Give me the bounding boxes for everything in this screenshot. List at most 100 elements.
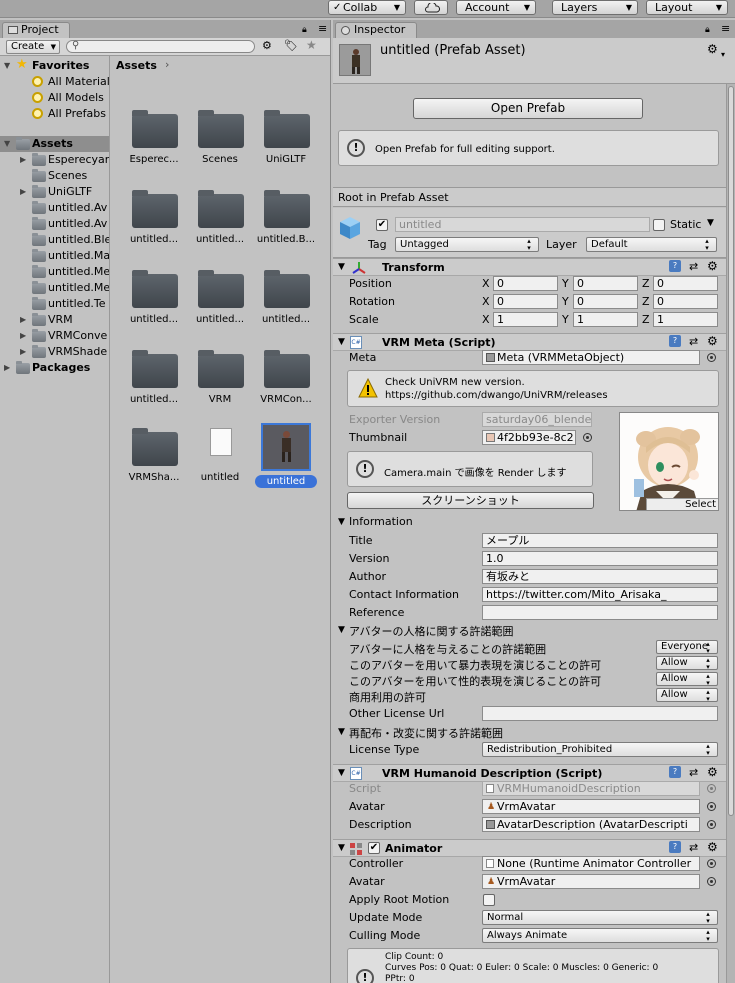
- update-mode-dropdown[interactable]: Normal: [482, 910, 718, 925]
- asset-item[interactable]: Scenes: [189, 108, 251, 183]
- expand-right-icon[interactable]: ▶: [20, 328, 26, 344]
- asset-item[interactable]: untitled.B...: [255, 188, 317, 263]
- filter-type-icon[interactable]: ⚙: [262, 39, 272, 52]
- expand-right-icon[interactable]: ▶: [20, 312, 26, 328]
- gear-icon[interactable]: ⚙: [707, 42, 718, 56]
- license-type-dropdown[interactable]: Redistribution_Prohibited: [482, 742, 718, 757]
- permission-dropdown[interactable]: Allow: [656, 672, 718, 686]
- axis-label-z[interactable]: Z: [642, 295, 650, 308]
- object-picker-icon[interactable]: [707, 353, 716, 362]
- foldout-arrow-icon[interactable]: ▼: [338, 337, 345, 347]
- foldout-arrow-icon[interactable]: ▼: [338, 625, 345, 635]
- expand-down-icon[interactable]: ▼: [4, 58, 10, 74]
- tree-item[interactable]: All Models: [0, 90, 109, 106]
- tree-item[interactable]: ▼ Assets: [0, 136, 109, 152]
- transform-x-field[interactable]: 0: [493, 276, 558, 291]
- root-motion-checkbox[interactable]: [483, 894, 495, 906]
- gear-icon[interactable]: ⚙: [707, 765, 718, 779]
- tree-item[interactable]: untitled.Av: [0, 216, 109, 232]
- other-license-field[interactable]: [482, 706, 718, 721]
- static-checkbox[interactable]: [653, 219, 665, 231]
- tree-item[interactable]: ▶ VRMConve: [0, 328, 109, 344]
- transform-y-field[interactable]: 1: [573, 312, 638, 327]
- help-book-icon[interactable]: ?: [669, 841, 681, 853]
- tree-item[interactable]: untitled.Te: [0, 296, 109, 312]
- transform-y-field[interactable]: 0: [573, 294, 638, 309]
- tree-item[interactable]: untitled.Ma: [0, 248, 109, 264]
- axis-label-z[interactable]: Z: [642, 277, 650, 290]
- tree-item[interactable]: ▶ Packages: [0, 360, 109, 376]
- label-tag-icon[interactable]: 🏷︎: [284, 39, 298, 52]
- expand-down-icon[interactable]: ▼: [4, 136, 10, 152]
- tree-item[interactable]: Scenes: [0, 168, 109, 184]
- asset-item[interactable]: VRM: [189, 348, 251, 423]
- gear-icon[interactable]: ⚙: [707, 334, 718, 348]
- help-book-icon[interactable]: ?: [669, 766, 681, 778]
- asset-item[interactable]: untitled...: [189, 268, 251, 343]
- foldout-arrow-icon[interactable]: ▼: [338, 262, 345, 272]
- expand-right-icon[interactable]: ▶: [4, 360, 10, 376]
- info-row-field[interactable]: 有坂みと: [482, 569, 718, 584]
- asset-item[interactable]: VRMCon...: [255, 348, 317, 423]
- culling-mode-dropdown[interactable]: Always Animate: [482, 928, 718, 943]
- asset-item[interactable]: untitled: [255, 423, 317, 501]
- tree-item[interactable]: untitled.Ble: [0, 232, 109, 248]
- star-filter-icon[interactable]: ★: [306, 38, 317, 52]
- redistribution-header[interactable]: 再配布・改変に関する許諾範囲: [349, 725, 503, 741]
- permission-dropdown[interactable]: Allow: [656, 688, 718, 702]
- asset-item[interactable]: untitled...: [123, 348, 185, 423]
- layout-button[interactable]: Layout ▼: [646, 0, 728, 15]
- transform-y-field[interactable]: 0: [573, 276, 638, 291]
- thumbnail-field[interactable]: 4f2bb93e-8c2: [482, 430, 576, 445]
- active-checkbox[interactable]: ✔: [376, 219, 388, 231]
- transform-z-field[interactable]: 0: [653, 294, 718, 309]
- permission-dropdown[interactable]: Everyone: [656, 640, 718, 654]
- axis-label-y[interactable]: Y: [562, 295, 569, 308]
- foldout-arrow-icon[interactable]: ▼: [338, 727, 345, 737]
- tag-dropdown[interactable]: Untagged: [395, 237, 539, 252]
- foldout-arrow-icon[interactable]: ▼: [338, 517, 345, 527]
- animator-avatar-field[interactable]: ♟ VrmAvatar: [482, 874, 700, 889]
- meta-object-field[interactable]: Meta (VRMMetaObject): [482, 350, 700, 365]
- create-button[interactable]: Create ▼: [6, 40, 60, 54]
- tree-item[interactable]: ▶ VRM: [0, 312, 109, 328]
- info-row-field[interactable]: 1.0: [482, 551, 718, 566]
- transform-x-field[interactable]: 1: [493, 312, 558, 327]
- help-book-icon[interactable]: ?: [669, 260, 681, 272]
- persona-header[interactable]: アバターの人格に関する許諾範囲: [349, 623, 514, 639]
- lock-icon[interactable]: 🔒︎: [705, 25, 710, 35]
- tree-item[interactable]: untitled.Me: [0, 264, 109, 280]
- info-row-field[interactable]: メープル: [482, 533, 718, 548]
- animator-enabled-checkbox[interactable]: ✔: [368, 842, 380, 854]
- asset-item[interactable]: untitled...: [189, 188, 251, 263]
- information-header[interactable]: Information: [349, 515, 413, 528]
- gear-icon[interactable]: ⚙: [707, 259, 718, 273]
- gear-icon[interactable]: ⚙: [707, 840, 718, 854]
- presets-icon[interactable]: ⇄: [689, 335, 698, 348]
- layer-dropdown[interactable]: Default: [586, 237, 717, 252]
- vrm-meta-header[interactable]: ▼ C# VRM Meta (Script) ? ⇄ ⚙: [333, 333, 735, 351]
- object-picker-icon[interactable]: [707, 877, 716, 886]
- object-picker-icon[interactable]: [707, 802, 716, 811]
- axis-label-y[interactable]: Y: [562, 277, 569, 290]
- humanoid-header[interactable]: ▼ C# VRM Humanoid Description (Script) ?…: [333, 764, 735, 782]
- transform-header[interactable]: ▼ Transform ? ⇄ ⚙: [333, 258, 735, 276]
- asset-item[interactable]: untitled...: [255, 268, 317, 343]
- layers-button[interactable]: Layers ▼: [552, 0, 638, 15]
- collab-button[interactable]: ✓ Collab ▼: [328, 0, 406, 15]
- asset-item[interactable]: UniGLTF: [255, 108, 317, 183]
- axis-label-y[interactable]: Y: [562, 313, 569, 326]
- expand-right-icon[interactable]: ▶: [20, 184, 26, 200]
- humanoid-avatar-field[interactable]: ♟ VrmAvatar: [482, 799, 700, 814]
- tab-inspector[interactable]: Inspector: [335, 22, 417, 38]
- presets-icon[interactable]: ⇄: [689, 766, 698, 779]
- foldout-arrow-icon[interactable]: ▼: [338, 843, 345, 853]
- open-prefab-button[interactable]: Open Prefab: [413, 98, 643, 119]
- tab-project[interactable]: Project: [2, 22, 70, 38]
- info-row-field[interactable]: [482, 605, 718, 620]
- panel-menu-icon[interactable]: ≡: [721, 22, 730, 35]
- asset-item[interactable]: untitled...: [123, 268, 185, 343]
- presets-icon[interactable]: ⇄: [689, 841, 698, 854]
- thumbnail-preview[interactable]: Select: [619, 412, 719, 511]
- axis-label-x[interactable]: X: [482, 295, 490, 308]
